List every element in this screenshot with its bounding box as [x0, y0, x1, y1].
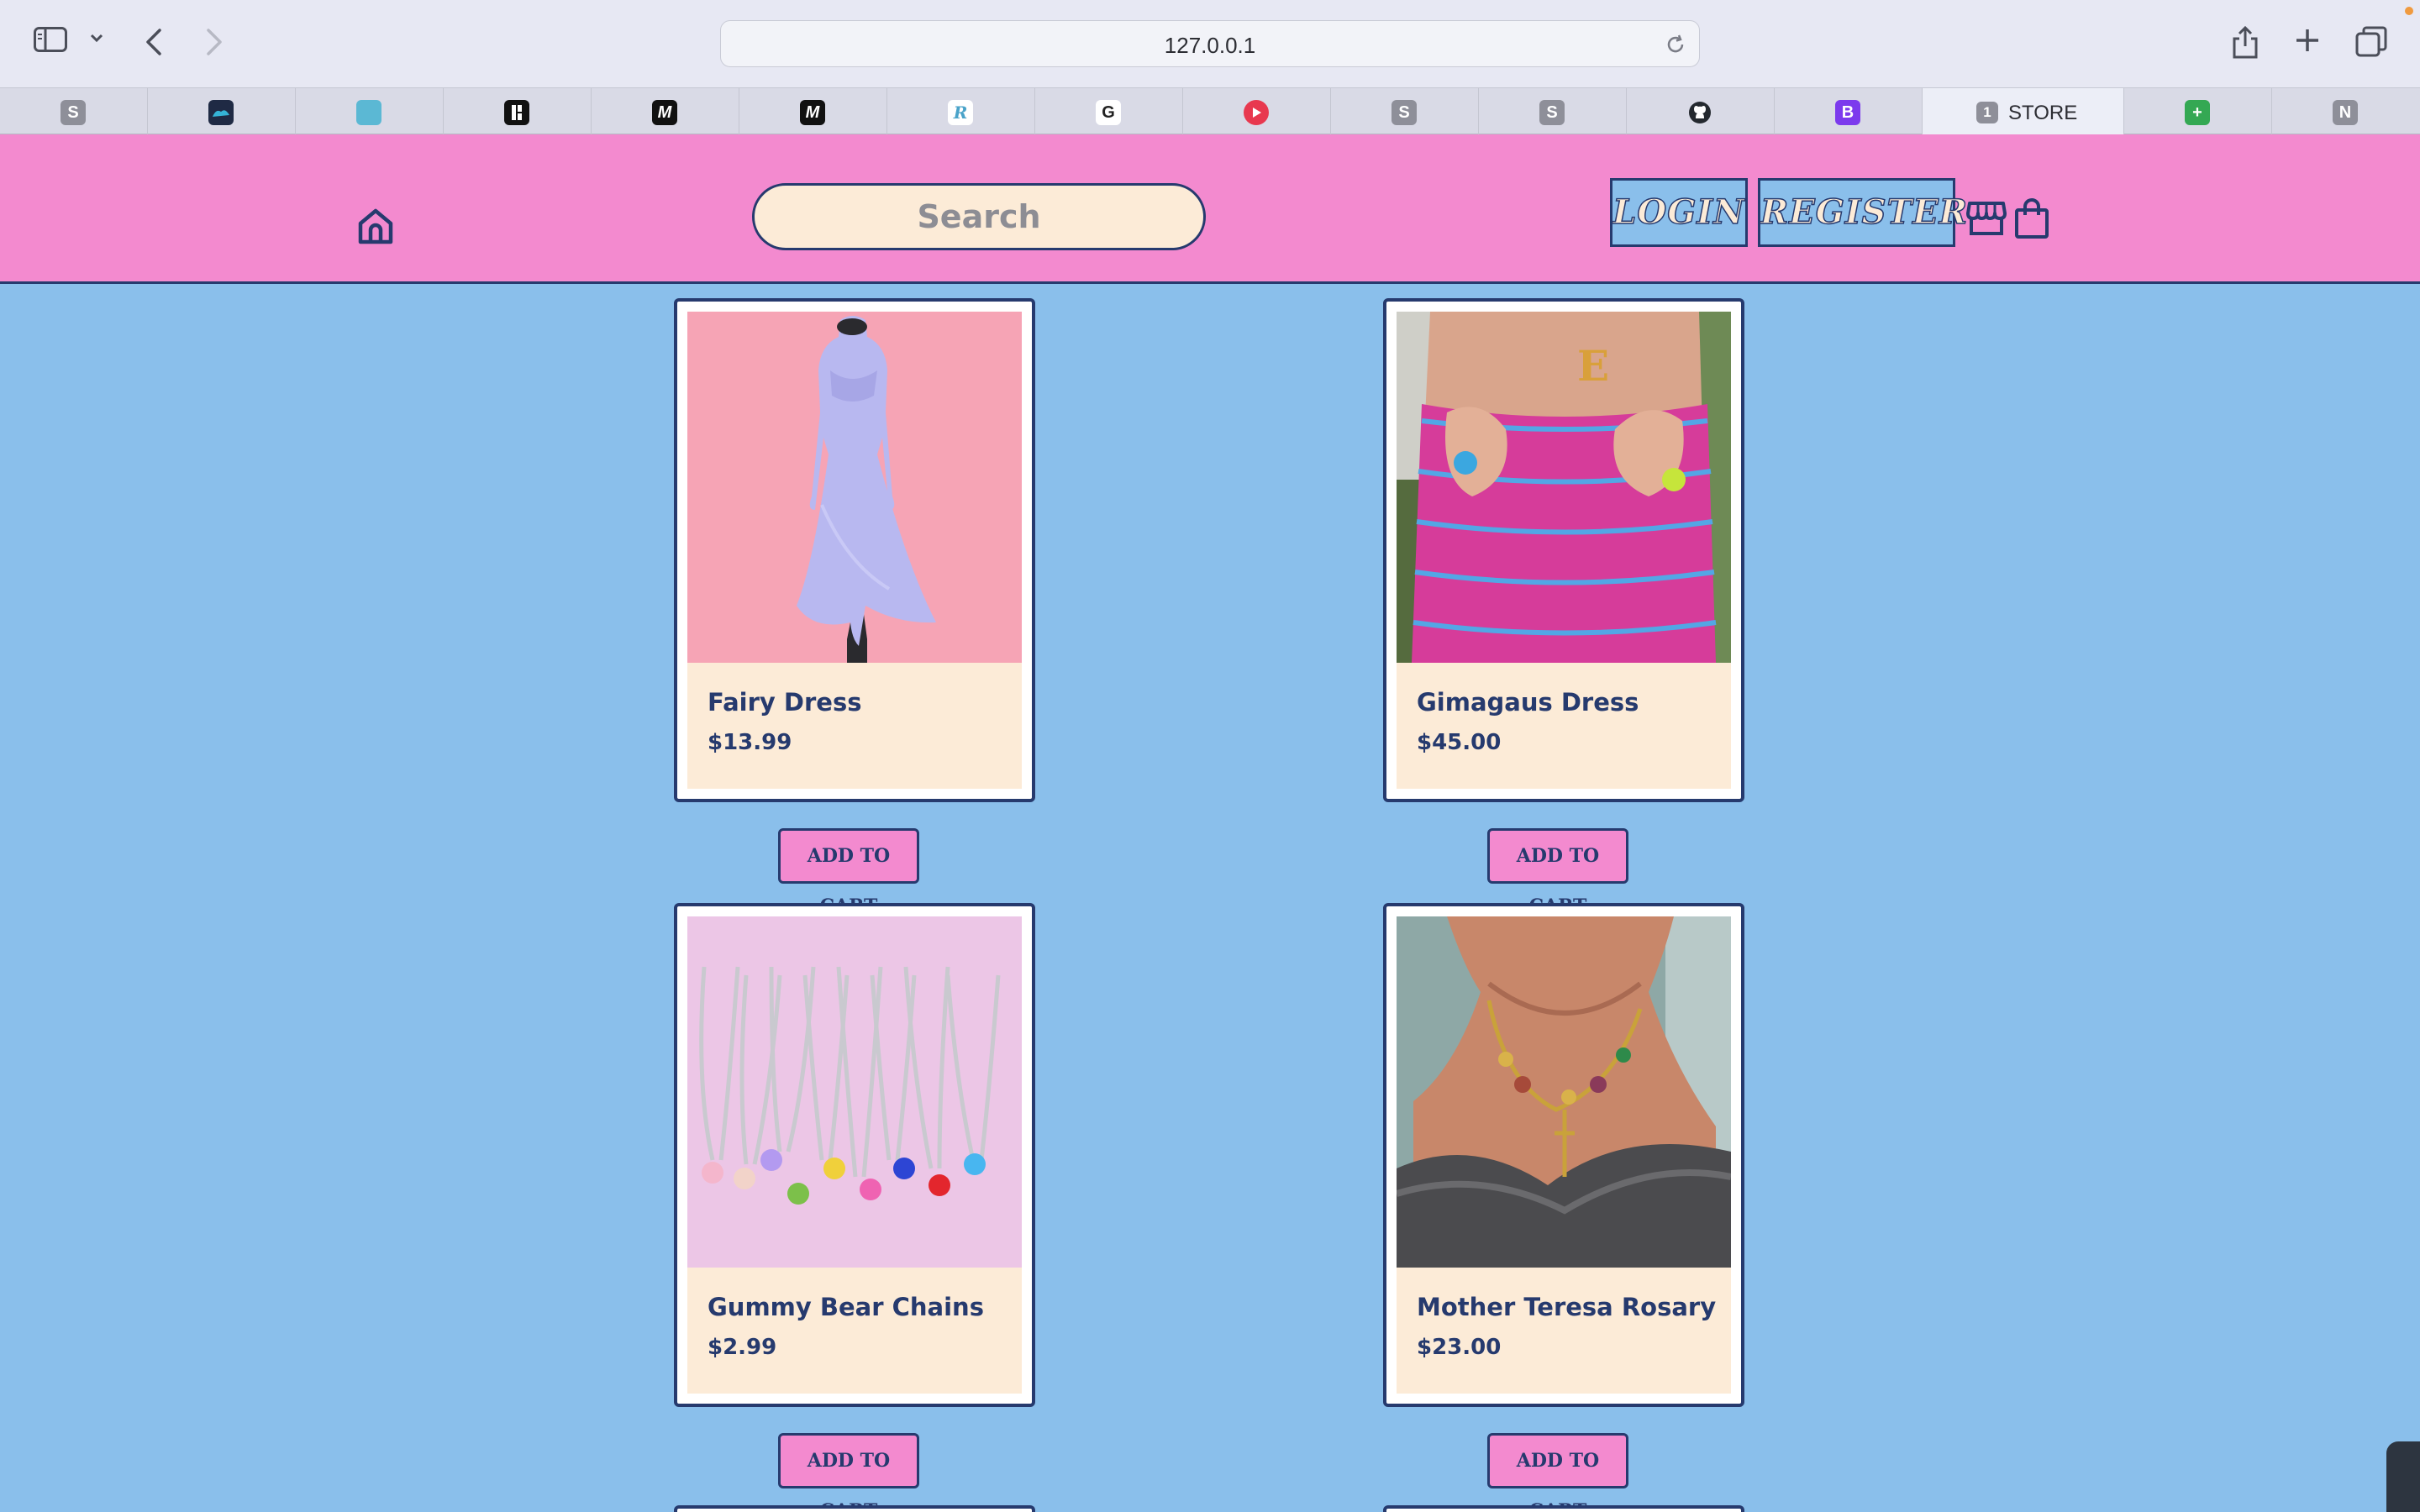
- back-arrow-icon[interactable]: [141, 25, 166, 59]
- search-input[interactable]: [755, 186, 1203, 248]
- tab-1[interactable]: S: [0, 88, 148, 134]
- product-price: $2.99: [708, 1335, 777, 1360]
- tab-favicon: N: [2333, 100, 2358, 125]
- tab-favicon: S: [1392, 100, 1417, 125]
- tab-label: STORE: [2008, 102, 2078, 124]
- add-to-cart-button[interactable]: ADD TO CART: [1487, 1433, 1628, 1512]
- tab-10[interactable]: S: [1331, 88, 1479, 134]
- tab-favicon: S: [1539, 100, 1565, 125]
- svg-text:E: E: [1577, 341, 1609, 391]
- tab-favicon: M: [652, 100, 677, 125]
- tab-8[interactable]: G: [1035, 88, 1183, 134]
- floating-widget[interactable]: [2386, 1441, 2420, 1512]
- tab-11[interactable]: S: [1479, 88, 1627, 134]
- tab-4[interactable]: [444, 88, 592, 134]
- tab-9[interactable]: [1183, 88, 1331, 134]
- browser-toolbar: 127.0.0.1: [0, 0, 2420, 87]
- product-image[interactable]: [687, 916, 1022, 1268]
- tab-favicon: M: [800, 100, 825, 125]
- product-info: Gummy Bear Chains $2.99: [687, 1268, 1022, 1394]
- product-price: $23.00: [1417, 1335, 1502, 1360]
- tab-favicon: [1244, 100, 1269, 125]
- tab-favicon: [504, 100, 529, 125]
- product-name[interactable]: Gimagaus Dress: [1417, 688, 1639, 717]
- github-icon: [1687, 100, 1712, 125]
- reload-icon[interactable]: [1664, 33, 1687, 60]
- product-card[interactable]: Gummy Bear Chains $2.99: [674, 903, 1035, 1407]
- shopping-bag-icon[interactable]: [2013, 197, 2050, 244]
- tab-favicon: 1: [1976, 102, 1998, 123]
- share-icon[interactable]: [2230, 24, 2260, 60]
- product-name[interactable]: Fairy Dress: [708, 688, 862, 717]
- tab-store[interactable]: 1 STORE: [1923, 88, 2124, 134]
- tab-bar: S M M R G S S B 1 STORE + N: [0, 87, 2420, 134]
- tab-12[interactable]: [1627, 88, 1775, 134]
- tab-16[interactable]: N: [2272, 88, 2420, 134]
- tab-3[interactable]: [296, 88, 444, 134]
- tab-favicon: B: [1835, 100, 1860, 125]
- home-icon[interactable]: [356, 207, 395, 249]
- site-header: LOGIN REGISTER: [0, 134, 2420, 284]
- tab-favicon: [356, 100, 381, 125]
- tab-6[interactable]: M: [739, 88, 887, 134]
- tab-favicon: S: [60, 100, 86, 125]
- search-field[interactable]: [752, 183, 1206, 250]
- tab-overview-icon[interactable]: [2354, 25, 2388, 59]
- product-name[interactable]: Mother Teresa Rosary: [1417, 1293, 1716, 1321]
- register-button[interactable]: REGISTER: [1758, 178, 1968, 247]
- product-card[interactable]: [674, 1505, 1035, 1512]
- chevron-down-icon[interactable]: [89, 32, 104, 44]
- sidebar-toggle-icon[interactable]: [34, 27, 67, 52]
- tab-7[interactable]: R: [887, 88, 1035, 134]
- product-card[interactable]: Mother Teresa Rosary $23.00: [1383, 903, 1744, 1407]
- product-price: $13.99: [708, 730, 792, 755]
- address-bar[interactable]: 127.0.0.1: [720, 20, 1700, 67]
- tab-favicon: G: [1096, 100, 1121, 125]
- product-card[interactable]: [1383, 1505, 1744, 1512]
- product-card[interactable]: E Gimagaus Dress $45.00: [1383, 298, 1744, 802]
- product-image[interactable]: [1397, 916, 1731, 1268]
- tab-2[interactable]: [148, 88, 296, 134]
- store-icon[interactable]: [1966, 200, 2007, 240]
- product-image[interactable]: E: [1397, 312, 1731, 663]
- tab-15[interactable]: +: [2124, 88, 2272, 134]
- product-image[interactable]: [687, 312, 1022, 663]
- tab-favicon: +: [2185, 100, 2210, 125]
- forward-arrow-icon[interactable]: [202, 25, 227, 59]
- tab-13[interactable]: B: [1775, 88, 1923, 134]
- login-button[interactable]: LOGIN: [1610, 178, 1748, 247]
- add-to-cart-button[interactable]: ADD TO CART: [778, 828, 919, 917]
- address-text[interactable]: 127.0.0.1: [721, 33, 1699, 59]
- product-card[interactable]: Fairy Dress $13.99: [674, 298, 1035, 802]
- product-info: Fairy Dress $13.99: [687, 663, 1022, 789]
- tab-5[interactable]: M: [592, 88, 739, 134]
- product-name[interactable]: Gummy Bear Chains: [708, 1293, 984, 1321]
- notification-dot: [2405, 7, 2413, 15]
- tab-favicon: R: [948, 100, 973, 125]
- new-tab-icon[interactable]: [2292, 25, 2323, 55]
- product-price: $45.00: [1417, 730, 1502, 755]
- product-info: Gimagaus Dress $45.00: [1397, 663, 1731, 789]
- product-info: Mother Teresa Rosary $23.00: [1397, 1268, 1731, 1394]
- add-to-cart-button[interactable]: ADD TO CART: [1487, 828, 1628, 917]
- add-to-cart-button[interactable]: ADD TO CART: [778, 1433, 919, 1512]
- tab-favicon: [208, 100, 234, 125]
